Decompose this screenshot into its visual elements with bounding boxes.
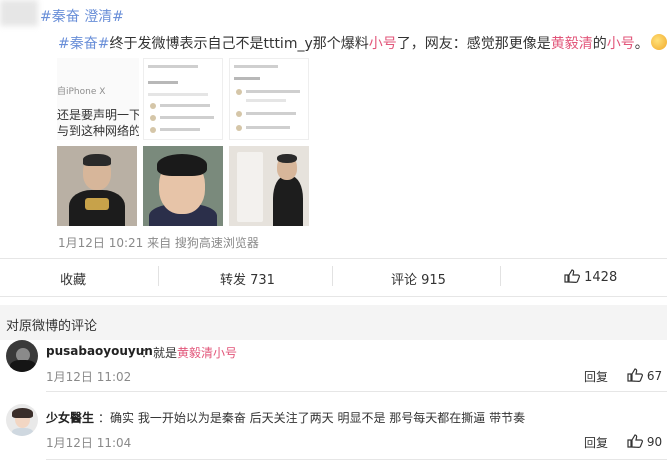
blurred-avatar [0,0,38,26]
post-image-1[interactable]: 自iPhone X 还是要声明一下 与到这种网络的 [57,58,139,140]
action-separator [332,266,333,286]
like-icon [627,434,643,448]
post-meta: 1月12日 10:21 来自 搜狗高速浏览器 [58,236,259,250]
post-text: #秦奋#终于发微博表示自己不是tttim_y那个爆料小号了，网友：感觉那更像是黄… [58,34,667,54]
post-highlight-1[interactable]: 小号 [369,36,397,52]
repost-button[interactable]: 转发 731 [220,269,275,288]
post-text-part4: 。 [634,36,649,52]
emoji-icon [650,34,667,50]
action-separator [500,266,501,286]
like-count: 1428 [584,270,618,285]
post-image-2[interactable] [143,58,223,140]
comment-like-button[interactable]: 90 [627,434,662,449]
comment-date: 1月12日 11:04 [46,436,132,450]
post-image-5[interactable] [143,146,223,226]
favorite-button[interactable]: 收藏 [60,269,86,288]
action-bar-top-divider [0,258,667,259]
like-icon [564,269,580,283]
post-image-6[interactable] [229,146,309,226]
thumb-line-1: 还是要声明一下 [57,108,139,122]
comment-like-count: 90 [646,435,663,449]
avatar[interactable] [6,340,38,372]
post-text-part3: 的 [592,36,607,52]
like-icon [627,368,643,382]
like-button[interactable]: 1428 [564,269,617,285]
comment-button[interactable]: 评论 915 [391,269,446,288]
avatar[interactable] [6,404,38,436]
comment-divider [46,459,667,460]
comment-username[interactable]: 少女醫生 [46,409,94,426]
post-text-part1: 终于发微博表示自己不是tttim_y那个爆料 [109,36,369,52]
post-image-4[interactable] [57,146,137,226]
hashtag-clarify[interactable]: 澄清# [84,9,124,25]
comments-section-title: 对原微博的评论 [6,319,98,334]
action-bar-bottom-divider [0,296,667,297]
comment-text: ：就是黄毅清小号 [141,346,238,360]
comment-divider [46,391,667,392]
thumb-line-2: 与到这种网络的 [57,124,139,138]
post-highlight-3[interactable]: 小号 [607,36,635,52]
post-text-part2: 了，网友：感觉那更像是 [396,36,551,52]
post-highlight-2[interactable]: 黄毅清 [551,36,593,52]
repost-header: #秦奋 澄清# [40,6,124,26]
comment-username[interactable]: pusabaoyouyun [46,344,153,358]
thumb-device: 自iPhone X [57,87,106,97]
hashtag-qinfen[interactable]: #秦奋 [40,9,80,25]
action-separator [158,266,159,286]
post-image-3[interactable] [229,58,309,140]
reply-button[interactable]: 回复 [584,368,608,385]
reply-button[interactable]: 回复 [584,434,608,451]
comment-like-count: 67 [646,369,663,383]
comments-section-bar [0,305,667,340]
comment-highlight[interactable]: 黄毅清小号 [177,346,237,360]
post-hashtag[interactable]: #秦奋# [58,36,109,52]
comment-date: 1月12日 11:02 [46,370,132,384]
comment-like-button[interactable]: 67 [627,368,662,383]
comment-text: ：确实 我一开始以为是秦奋 后天关注了两天 明显不是 那号每天都在撕逼 带节奏 [98,411,526,425]
